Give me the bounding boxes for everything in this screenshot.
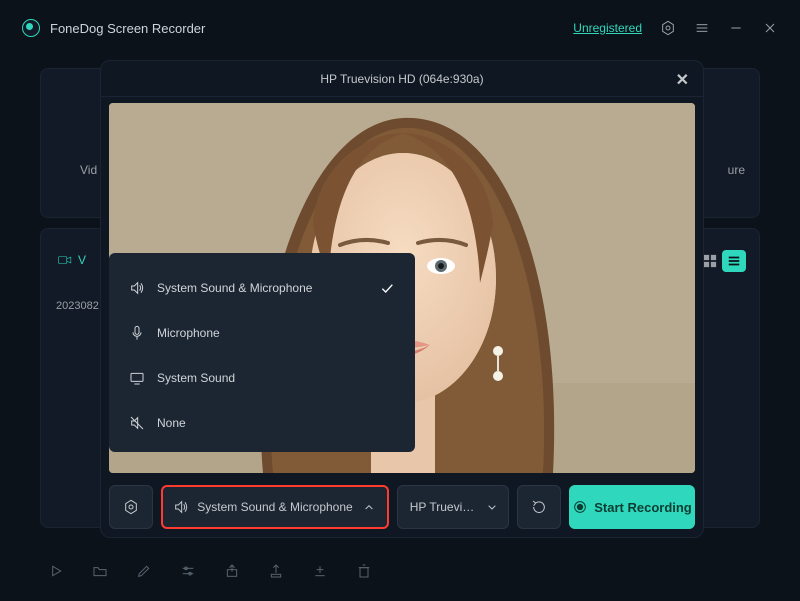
webcam-modal: HP Truevision HD (064e:930a) ✕ xyxy=(100,60,704,538)
bg-view-icons xyxy=(698,250,746,272)
start-recording-label: Start Recording xyxy=(594,500,692,515)
bg-list-row[interactable]: 2023082 xyxy=(56,300,99,312)
app-title: FoneDog Screen Recorder xyxy=(50,21,205,36)
reset-button[interactable] xyxy=(517,485,561,529)
audio-option-system-sound[interactable]: System Sound xyxy=(109,355,415,400)
export-icon[interactable] xyxy=(224,563,240,579)
modal-header: HP Truevision HD (064e:930a) ✕ xyxy=(101,61,703,97)
audio-option-label: Microphone xyxy=(157,326,220,340)
chevron-up-icon xyxy=(361,499,377,515)
titlebar: FoneDog Screen Recorder Unregistered xyxy=(0,0,800,56)
play-icon[interactable] xyxy=(48,563,64,579)
record-icon xyxy=(572,499,588,515)
microphone-icon xyxy=(129,325,145,341)
audio-option-label: None xyxy=(157,416,186,430)
trash-icon[interactable] xyxy=(356,563,372,579)
app-logo-icon xyxy=(22,19,40,37)
audio-option-microphone[interactable]: Microphone xyxy=(109,310,415,355)
audio-source-menu: System Sound & Microphone Microphone Sys… xyxy=(109,253,415,452)
undo-icon xyxy=(531,499,547,515)
modal-close-button[interactable]: ✕ xyxy=(676,70,689,90)
speaker-icon xyxy=(129,280,145,296)
sliders-icon[interactable] xyxy=(180,563,196,579)
modal-title: HP Truevision HD (064e:930a) xyxy=(320,72,483,86)
camera-source-label: HP Truevi… xyxy=(406,500,478,514)
gear-icon xyxy=(123,499,139,515)
audio-source-dropdown[interactable]: System Sound & Microphone xyxy=(161,485,389,529)
camera-source-dropdown[interactable]: HP Truevi… xyxy=(397,485,509,529)
minimize-icon[interactable] xyxy=(728,20,744,36)
chevron-down-icon xyxy=(484,499,500,515)
modal-controls: System Sound & Microphone HP Truevi… Sta… xyxy=(101,477,703,537)
upload-icon[interactable] xyxy=(268,563,284,579)
audio-source-label: System Sound & Microphone xyxy=(195,500,355,514)
add-icon[interactable] xyxy=(312,563,328,579)
check-icon xyxy=(379,280,395,296)
speaker-mute-icon xyxy=(129,415,145,431)
footer-toolbar xyxy=(48,563,372,579)
start-recording-button[interactable]: Start Recording xyxy=(569,485,695,529)
bg-text-right: ure xyxy=(728,163,745,177)
titlebar-right: Unregistered xyxy=(573,20,778,36)
menu-icon[interactable] xyxy=(694,20,710,36)
list-view-icon[interactable] xyxy=(722,250,746,272)
monitor-icon xyxy=(129,370,145,386)
registration-status[interactable]: Unregistered xyxy=(573,21,642,35)
titlebar-left: FoneDog Screen Recorder xyxy=(22,19,205,37)
speaker-icon xyxy=(173,499,189,515)
settings-icon[interactable] xyxy=(660,20,676,36)
recorder-settings-button[interactable] xyxy=(109,485,153,529)
audio-option-none[interactable]: None xyxy=(109,400,415,445)
bg-text-left: Vid xyxy=(80,163,97,177)
close-icon[interactable] xyxy=(762,20,778,36)
video-icon xyxy=(58,254,72,266)
audio-option-label: System Sound xyxy=(157,371,235,385)
folder-icon[interactable] xyxy=(92,563,108,579)
bg-tab-video[interactable]: V xyxy=(58,253,86,267)
edit-icon[interactable] xyxy=(136,563,152,579)
audio-option-label: System Sound & Microphone xyxy=(157,281,312,295)
audio-option-system-and-mic[interactable]: System Sound & Microphone xyxy=(109,265,415,310)
